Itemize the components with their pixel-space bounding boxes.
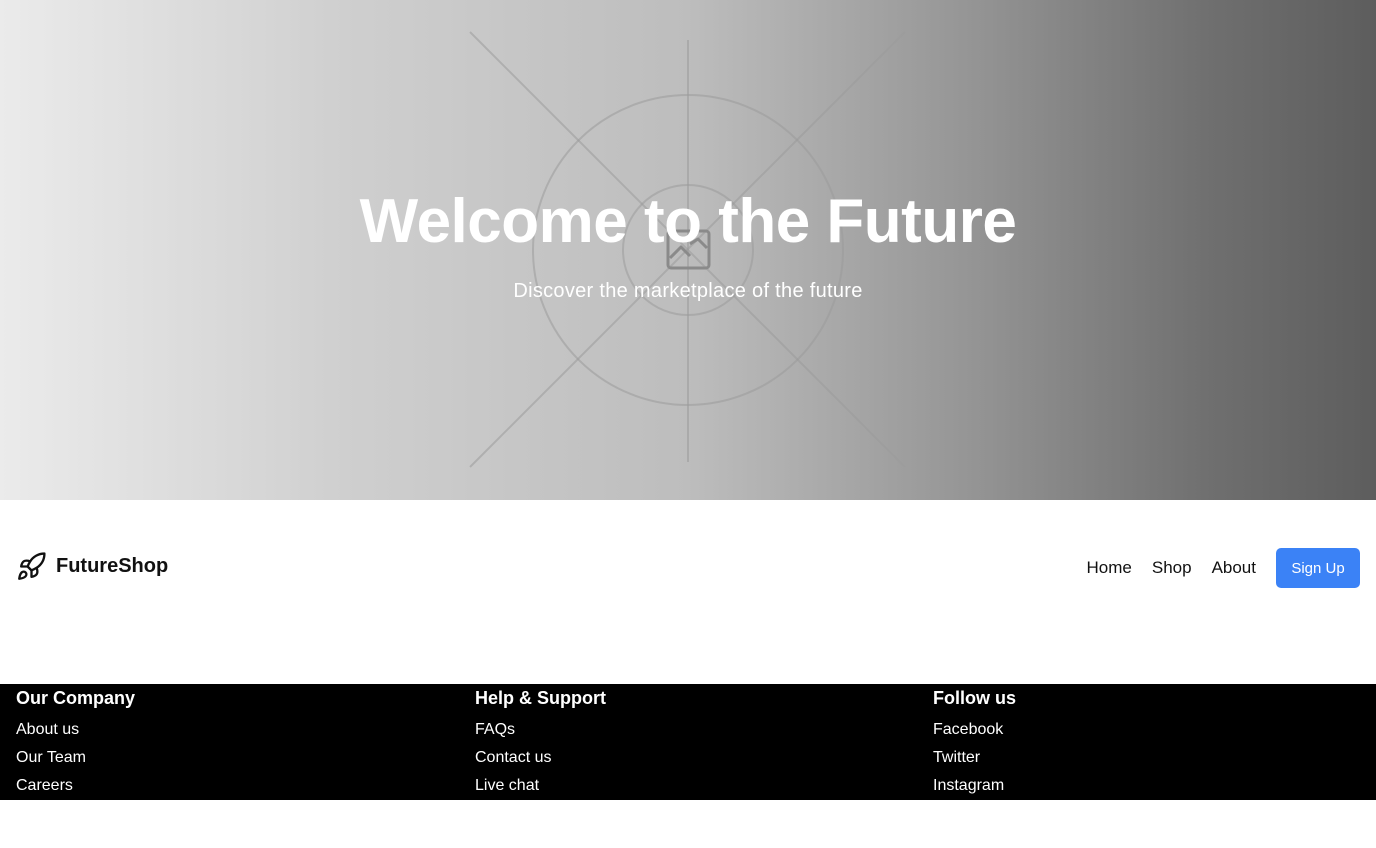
footer: Our Company About us Our Team Careers He… xyxy=(0,684,1376,800)
hero-section: Welcome to the Future Discover the marke… xyxy=(0,0,1376,500)
footer-column-title: Follow us xyxy=(933,688,1016,708)
main-nav: Home Shop About Sign Up xyxy=(1087,548,1360,588)
footer-link-careers[interactable]: Careers xyxy=(16,772,135,800)
hero-subtitle: Discover the marketplace of the future xyxy=(513,280,863,302)
footer-column-social: Follow us Facebook Twitter Instagram xyxy=(933,688,1016,800)
footer-link-faqs[interactable]: FAQs xyxy=(475,716,606,744)
footer-link-contact-us[interactable]: Contact us xyxy=(475,744,606,772)
nav-link-home[interactable]: Home xyxy=(1087,558,1132,578)
footer-link-live-chat[interactable]: Live chat xyxy=(475,772,606,800)
footer-column-company: Our Company About us Our Team Careers xyxy=(16,688,135,800)
footer-column-title: Our Company xyxy=(16,688,136,708)
footer-link-about-us[interactable]: About us xyxy=(16,716,135,744)
footer-link-list: FAQs Contact us Live chat xyxy=(475,716,606,800)
rocket-icon xyxy=(18,552,46,580)
nav-link-shop[interactable]: Shop xyxy=(1152,558,1192,578)
footer-link-our-team[interactable]: Our Team xyxy=(16,744,135,772)
footer-link-list: Facebook Twitter Instagram xyxy=(933,716,1016,800)
footer-link-instagram[interactable]: Instagram xyxy=(933,772,1016,800)
footer-link-facebook[interactable]: Facebook xyxy=(933,716,1016,744)
hero-title: Welcome to the Future xyxy=(359,187,1017,256)
nav-link-about[interactable]: About xyxy=(1212,558,1256,578)
footer-link-twitter[interactable]: Twitter xyxy=(933,744,1016,772)
brand[interactable]: FutureShop xyxy=(16,551,168,582)
brand-name: FutureShop xyxy=(56,555,169,577)
footer-column-support: Help & Support FAQs Contact us Live chat xyxy=(475,688,606,800)
footer-link-list: About us Our Team Careers xyxy=(16,716,135,800)
navbar: FutureShop Home Shop About Sign Up xyxy=(0,500,1376,684)
footer-column-title: Help & Support xyxy=(475,688,606,708)
sign-up-button[interactable]: Sign Up xyxy=(1276,548,1360,588)
